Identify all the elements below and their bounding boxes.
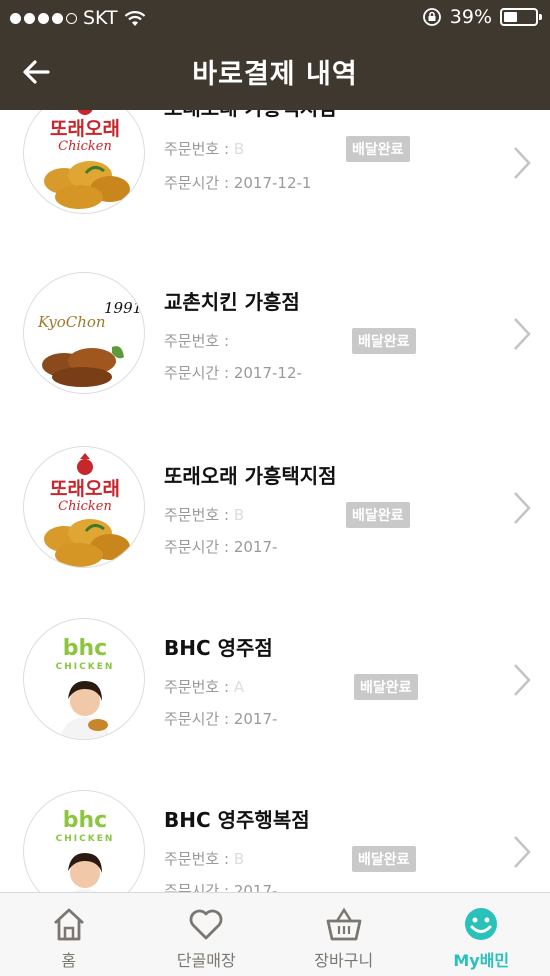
store-name: 교촌치킨 가흥점 [164,290,300,314]
order-number: A [233,678,245,696]
status-badge: 배달완료 [354,674,418,700]
order-time: 2017- [233,538,278,556]
bhc-logo: bhc CHICKEN [23,790,145,892]
status-badge: 배달완료 [346,502,410,528]
smiley-icon [465,908,498,940]
tab-favorites-label: 단골매장 [176,951,236,970]
order-row[interactable]: bhc CHICKEN BHC 영주점 주문번호 : A 배달완료 주문시간 :… [0,618,550,790]
store-name: BHC 영주행복점 [164,808,310,832]
order-row[interactable]: 또래오래 Chicken 또래오래 가흥택지점 주문번호 : B 배달완료 주문… [0,446,550,618]
order-number-label: 주문번호 : B [164,506,245,524]
order-number: B [233,850,245,868]
order-time: 2017- [233,710,278,728]
kyochon-logo: KyoChon 1991 [23,272,145,394]
order-time: 2017-12-1 [233,174,312,192]
order-time-label: 주문시간 : 2017- [164,538,278,556]
svg-text:Chicken: Chicken [58,139,112,154]
svg-text:bhc: bhc [63,636,107,661]
signal-strength-icon [10,12,77,24]
tab-favorites[interactable]: 단골매장 [138,893,276,976]
app-header: SKT 39% 바로결제 내역 [0,0,550,110]
store-name: 또래오래 가흥택지점 [164,110,337,121]
order-number: B [233,506,245,524]
carrier-info: SKT [10,7,146,29]
svg-text:bhc: bhc [63,808,107,833]
kyochon-chicken-logo: KyoChon 1991 [37,299,142,387]
ttoraeorae-logo: 또래오래 Chicken [23,110,145,214]
heart-icon [189,909,223,940]
bhc-chicken-logo: bhc CHICKEN [56,808,115,892]
status-badge: 배달완료 [352,846,416,872]
tab-home[interactable]: 홈 [0,893,138,976]
bottom-tab-bar: 홈 단골매장 장바구니 My배민 [0,892,550,976]
order-number-label: 주문번호 : B [164,140,245,158]
chevron-right-icon [514,492,531,524]
order-time-label: 주문시간 : 2017-12-1 [164,174,312,192]
order-row[interactable]: KyoChon 1991 교촌치킨 가흥점 주문번호 : 배달완료 주문시간 :… [0,272,550,444]
svg-text:CHICKEN: CHICKEN [56,662,115,672]
order-number-label: 주문번호 : B [164,850,245,868]
svg-text:CHICKEN: CHICKEN [56,834,115,844]
order-time: 2017- [233,882,278,892]
bhc-logo: bhc CHICKEN [23,618,145,740]
carrier-name: SKT [83,7,118,29]
order-time-label: 주문시간 : 2017- [164,710,278,728]
wifi-icon [124,10,145,26]
tab-cart[interactable]: 장바구니 [275,893,413,976]
tab-my-baemin[interactable]: My배민 [413,893,550,976]
rotation-lock-icon [422,8,441,26]
status-badge: 배달완료 [346,136,410,162]
store-name: BHC 영주점 [164,636,273,660]
order-number-label: 주문번호 : A [164,678,245,696]
status-badge: 배달완료 [352,328,416,354]
svg-text:KyoChon: KyoChon [37,313,106,331]
svg-text:Chicken: Chicken [58,499,112,514]
battery-icon [500,8,542,26]
chevron-right-icon [514,147,531,179]
bhc-chicken-logo: bhc CHICKEN [56,636,115,739]
basket-icon [326,907,362,941]
order-time: 2017-12- [233,364,302,382]
battery-percent: 39% [449,6,492,28]
ttoraeorae-logo: 또래오래 Chicken [23,446,145,568]
chevron-right-icon [514,836,531,868]
ttoraeorae-chicken-logo: 또래오래 Chicken [44,453,130,567]
home-icon [53,908,84,941]
status-bar: SKT 39% [0,0,550,36]
tab-cart-label: 장바구니 [314,951,374,970]
order-number: B [233,140,245,158]
svg-text:1991: 1991 [104,299,142,317]
chevron-right-icon [514,664,531,696]
page-title: 바로결제 내역 [192,59,358,90]
order-list: 또래오래 Chicken 또래오래 가흥택지점 주문번호 : B 배달완료 주문… [0,110,550,892]
tab-home-label: 홈 [61,951,77,970]
order-row[interactable]: bhc CHICKEN BHC 영주행복점 주문번호 : B 배달완료 주문시간… [0,790,550,892]
store-name: 또래오래 가흥택지점 [164,464,337,488]
order-number-label: 주문번호 : [164,332,230,350]
tab-my-baemin-label: My배민 [453,951,510,970]
svg-text:또래오래: 또래오래 [50,118,120,140]
ttoraeorae-chicken-logo: 또래오래 Chicken [44,110,130,209]
order-time-label: 주문시간 : 2017- [164,880,277,892]
order-time-label: 주문시간 : 2017-12- [164,364,302,382]
right-status: 39% [422,6,542,28]
order-row[interactable]: 또래오래 Chicken 또래오래 가흥택지점 주문번호 : B 배달완료 주문… [0,110,550,264]
chevron-right-icon [514,318,531,350]
svg-text:또래오래: 또래오래 [50,478,120,500]
